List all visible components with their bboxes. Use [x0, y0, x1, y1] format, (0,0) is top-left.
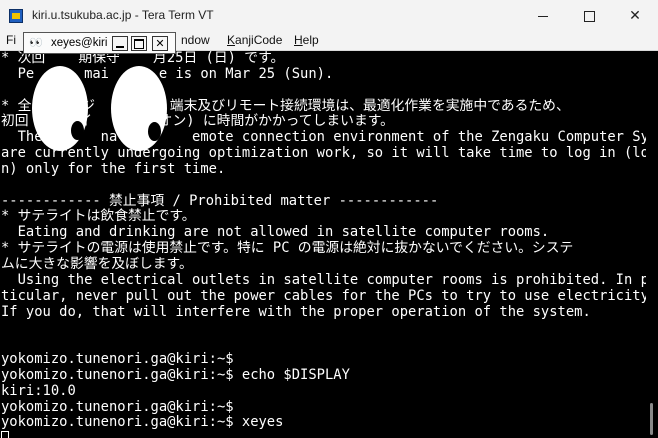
terminal-line: * サテライトの電源は使用禁止です。特に PC の電源は絶対に抜かないでください… [1, 240, 574, 257]
terminal-line: * サテライトは飲食禁止です。 [1, 208, 196, 225]
menu-kanjicode[interactable]: KanjiCode [227, 33, 282, 47]
terminal-line: ticular, never pull out the power cables… [1, 287, 646, 304]
maximize-button[interactable] [566, 0, 612, 32]
tera-term-icon[interactable] [9, 9, 23, 23]
terminal-line: kiri:10.0 [1, 382, 76, 399]
scrollbar-thumb[interactable] [650, 403, 653, 435]
xeyes-close-button[interactable]: ✕ [152, 36, 168, 51]
xeyes-window[interactable]: 👀 xeyes@kiri ✕ [23, 32, 176, 152]
right-eye [111, 66, 167, 151]
terminal-line: yokomizo.tunenori.ga@kiri:~$ [1, 351, 234, 368]
xeyes-maximize-button[interactable] [131, 36, 147, 51]
xeyes-title-bar[interactable]: 👀 xeyes@kiri ✕ [23, 32, 176, 54]
menu-window-fragment[interactable]: ndow [181, 33, 210, 47]
minimize-button[interactable] [520, 0, 566, 32]
left-eye [32, 66, 88, 151]
terminal-cursor [1, 431, 9, 438]
eyes-icon: 👀 [29, 36, 43, 49]
terminal-line: Eating and drinking are not allowed in s… [1, 224, 550, 241]
menu-file-label: Fi [6, 33, 16, 47]
xeyes-title: xeyes@kiri [51, 37, 108, 49]
right-pupil [148, 122, 161, 141]
menu-window-label: ndow [181, 33, 210, 47]
menu-help-rest: elp [302, 33, 319, 47]
menu-file-fragment[interactable]: Fi [6, 33, 16, 47]
close-button[interactable]: ✕ [612, 0, 658, 32]
xeyes-minimize-button[interactable] [112, 36, 128, 51]
window-title: kiri.u.tsukuba.ac.jp - Tera Term VT [32, 8, 214, 22]
menu-help-accel: H [294, 33, 303, 47]
terminal-line: ムに大きな影響を及ぼします。 [1, 255, 193, 272]
terminal-line: yokomizo.tunenori.ga@kiri:~$ [1, 398, 234, 415]
terminal-line: yokomizo.tunenori.ga@kiri:~$ xeyes [1, 414, 284, 431]
terminal-line: Using the electrical outlets in satellit… [1, 271, 646, 288]
terminal-cursor-line [0, 431, 646, 438]
left-pupil [71, 121, 84, 140]
terminal-line: n) only for the first time. [1, 160, 226, 177]
menu-help[interactable]: Help [294, 33, 319, 47]
menu-kanjicode-accel: K [227, 33, 236, 47]
menu-kanjicode-rest: anjiCode [235, 33, 283, 47]
terminal-line: yokomizo.tunenori.ga@kiri:~$ echo $DISPL… [1, 366, 350, 383]
terminal-line: If you do, that will interfere with the … [1, 303, 591, 320]
title-bar[interactable]: kiri.u.tsukuba.ac.jp - Tera Term VT ✕ [0, 0, 658, 32]
terminal-scrollbar[interactable] [646, 51, 658, 438]
